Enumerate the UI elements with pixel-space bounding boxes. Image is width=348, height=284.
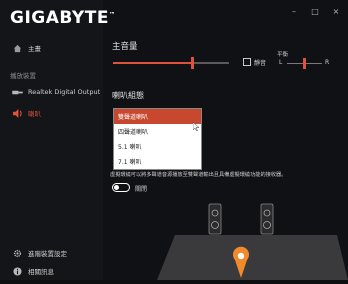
gear-icon [10, 249, 24, 258]
sidebar-item-label: 相關訊息 [28, 268, 54, 276]
sidebar-item-home[interactable]: 主畫 [0, 39, 103, 57]
mute-label: 靜音 [254, 60, 267, 67]
sidebar-item-digital-output[interactable]: Realtek Digital Output [0, 83, 103, 101]
sidebar-item-label: 主畫 [28, 45, 41, 53]
left-speaker-icon [208, 203, 222, 235]
virtual-surround-description: 虛擬環繞可以將多聲道音源播放至雙聲道輸出且具備虛擬環繞功能的接收器。 [110, 172, 287, 178]
dropdown-option-stereo[interactable]: 雙聲道喇叭 [114, 109, 201, 124]
speaker-icon [10, 108, 24, 118]
master-volume-title: 主音量 [112, 42, 138, 52]
close-button[interactable]: × [326, 4, 346, 18]
speaker-config-dropdown[interactable]: 雙聲道喇叭 四聲道喇叭 5.1 喇叭 7.1 喇叭 [113, 108, 202, 170]
sidebar-item-label: 進階裝置設定 [28, 250, 67, 258]
volume-thumb[interactable] [191, 57, 194, 69]
right-speaker-icon [260, 203, 274, 235]
home-icon [10, 44, 24, 53]
sidebar-section-playback: 播放裝置 [10, 72, 36, 80]
info-icon [10, 266, 24, 276]
app-window: GIGABYTE™ 主畫 播放裝置 Realtek Digital Output… [0, 0, 348, 280]
mouse-cursor-icon [192, 116, 200, 135]
sidebar-item-advanced-settings[interactable]: 進階裝置設定 [0, 244, 103, 262]
speaker-stage [157, 200, 348, 284]
sidebar: GIGABYTE™ 主畫 播放裝置 Realtek Digital Output… [0, 0, 115, 280]
mute-checkbox[interactable] [243, 58, 251, 66]
toggle-label: 關閉 [135, 186, 148, 193]
logo: GIGABYTE™ [10, 8, 116, 28]
toggle-knob [114, 185, 119, 190]
virtual-surround-toggle[interactable] [112, 183, 130, 192]
minimize-button[interactable]: – [284, 4, 304, 18]
sidebar-item-info[interactable]: 相關訊息 [0, 262, 103, 280]
dropdown-option-5-1[interactable]: 5.1 喇叭 [114, 139, 201, 154]
sidebar-item-speaker[interactable]: 喇叭 [0, 104, 103, 122]
dropdown-option-quad[interactable]: 四聲道喇叭 [114, 124, 201, 139]
speaker-config-title: 喇叭組態 [112, 91, 144, 100]
balance-thumb[interactable] [303, 58, 306, 69]
sidebar-item-label: Realtek Digital Output [28, 88, 101, 96]
balance-right-label: R [325, 59, 330, 66]
master-volume-slider[interactable] [113, 57, 229, 69]
balance-left-label: L [279, 59, 283, 66]
balance-title: 平衡 [277, 52, 289, 58]
dropdown-option-7-1[interactable]: 7.1 喇叭 [114, 154, 201, 169]
volume-fill [113, 62, 192, 64]
speaker-plug-icon [10, 89, 24, 96]
sidebar-item-label: 喇叭 [28, 110, 41, 118]
maximize-button[interactable]: □ [305, 4, 325, 18]
